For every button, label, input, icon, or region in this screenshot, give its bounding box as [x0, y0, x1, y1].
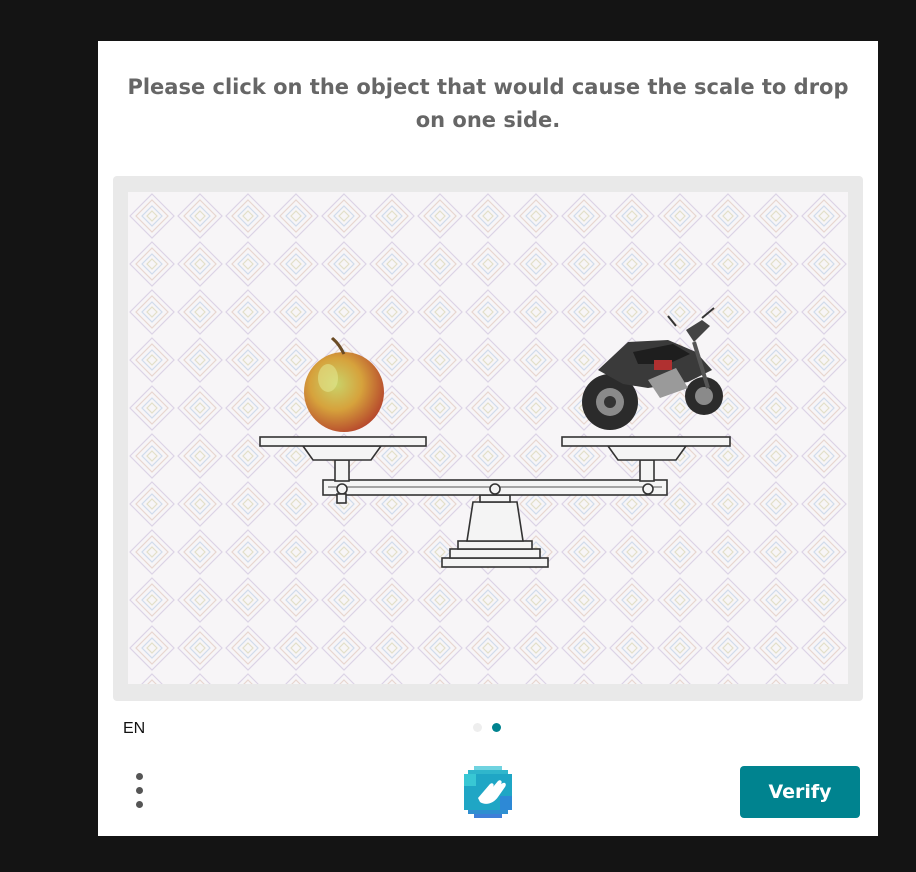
challenge-frame [113, 176, 863, 701]
challenge-image[interactable] [128, 192, 848, 684]
verify-button[interactable]: Verify [740, 766, 860, 818]
menu-dot [136, 801, 143, 808]
pattern-background [128, 192, 848, 684]
challenge-prompt: Please click on the object that would ca… [127, 75, 849, 132]
page-indicator [473, 723, 501, 732]
page-dot-1[interactable] [473, 723, 482, 732]
vertical-ellipsis-icon[interactable] [128, 771, 152, 811]
hcaptcha-hand-logo-icon[interactable] [462, 766, 514, 818]
language-selector[interactable]: EN [123, 720, 145, 738]
menu-dot [136, 773, 143, 780]
menu-dot [136, 787, 143, 794]
captcha-card: Please click on the object that would ca… [98, 41, 878, 836]
page-dot-2[interactable] [492, 723, 501, 732]
